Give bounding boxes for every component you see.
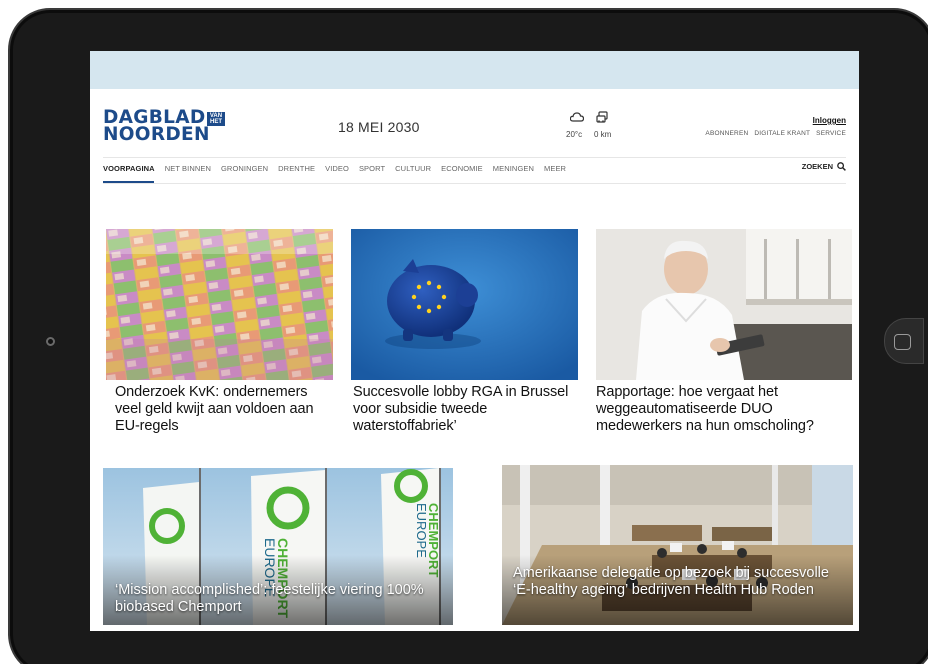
nav-item-cultuur[interactable]: CULTUUR — [395, 164, 431, 173]
main-nav: VOORPAGINA NET BINNEN GRONINGEN DRENTHE … — [103, 164, 576, 173]
nav-item-video[interactable]: VIDEO — [325, 164, 349, 173]
top-links: ABONNEREN DIGITALE KRANT SERVICE — [705, 130, 846, 137]
nav-item-groningen[interactable]: GRONINGEN — [221, 164, 268, 173]
ad-banner — [90, 51, 859, 89]
article-card[interactable]: Succesvolle lobby RGA in Brussel voor su… — [351, 229, 578, 444]
search-icon — [837, 162, 846, 171]
article-headline[interactable]: ‘Mission accomplished’: feestelijke vier… — [115, 582, 445, 616]
browser-screen: DAGBLAD NOORDEN VAN HET 18 MEI 2030 20°c… — [90, 51, 859, 631]
nav-item-meer[interactable]: MEER — [544, 164, 566, 173]
service-link[interactable]: SERVICE — [816, 130, 846, 137]
article-card[interactable]: Onderzoek KvK: ondernemers veel geld kwi… — [106, 229, 333, 444]
article-image-banknotes — [106, 229, 333, 380]
article-card[interactable]: CHEMPORT EUROPE CHEMPORT EUROPE ‘Mission… — [103, 468, 453, 625]
nav-item-sport[interactable]: SPORT — [359, 164, 385, 173]
logo-tag: VAN HET — [207, 112, 225, 126]
camera-icon — [46, 337, 55, 346]
article-headline[interactable]: Succesvolle lobby RGA in Brussel voor su… — [353, 384, 575, 435]
nav-item-meningen[interactable]: MENINGEN — [493, 164, 534, 173]
article-card[interactable]: Amerikaanse delegatie op bezoek bij succ… — [502, 465, 853, 625]
cloud-icon — [570, 112, 584, 122]
article-headline[interactable]: Amerikaanse delegatie op bezoek bij succ… — [513, 565, 843, 599]
nav-item-net-binnen[interactable]: NET BINNEN — [165, 164, 211, 173]
weather-widget[interactable]: 20°c 0 km — [564, 111, 624, 141]
article-card[interactable]: Rapportage: hoe vergaat het weggeautomat… — [596, 229, 852, 444]
digital-paper-link[interactable]: DIGITALE KRANT — [754, 130, 810, 137]
article-headline[interactable]: Rapportage: hoe vergaat het weggeautomat… — [596, 384, 852, 435]
weather-temperature: 20°c — [566, 130, 583, 139]
site-logo[interactable]: DAGBLAD NOORDEN VAN HET — [103, 108, 233, 145]
home-button[interactable] — [884, 318, 924, 364]
traffic-icon — [596, 111, 608, 123]
nav-item-drenthe[interactable]: DRENTHE — [278, 164, 315, 173]
logo-line-2: NOORDEN — [103, 124, 210, 145]
subscribe-link[interactable]: ABONNEREN — [705, 130, 748, 137]
article-headline[interactable]: Onderzoek KvK: ondernemers veel geld kwi… — [115, 384, 325, 435]
flag-text-europe-2: EUROPE — [414, 503, 429, 558]
nav-divider-bottom — [103, 183, 846, 184]
search-label: ZOEKEN — [801, 162, 833, 171]
traffic-distance: 0 km — [594, 130, 612, 139]
nav-item-economie[interactable]: ECONOMIE — [441, 164, 483, 173]
login-link[interactable]: Inloggen — [813, 116, 846, 125]
edition-date: 18 MEI 2030 — [338, 119, 420, 135]
article-image-piggy-bank — [351, 229, 578, 380]
nav-divider-top — [103, 157, 846, 158]
nav-item-voorpagina[interactable]: VOORPAGINA — [103, 164, 155, 173]
search-button[interactable]: ZOEKEN — [802, 162, 846, 171]
article-image-office-man — [596, 229, 852, 380]
